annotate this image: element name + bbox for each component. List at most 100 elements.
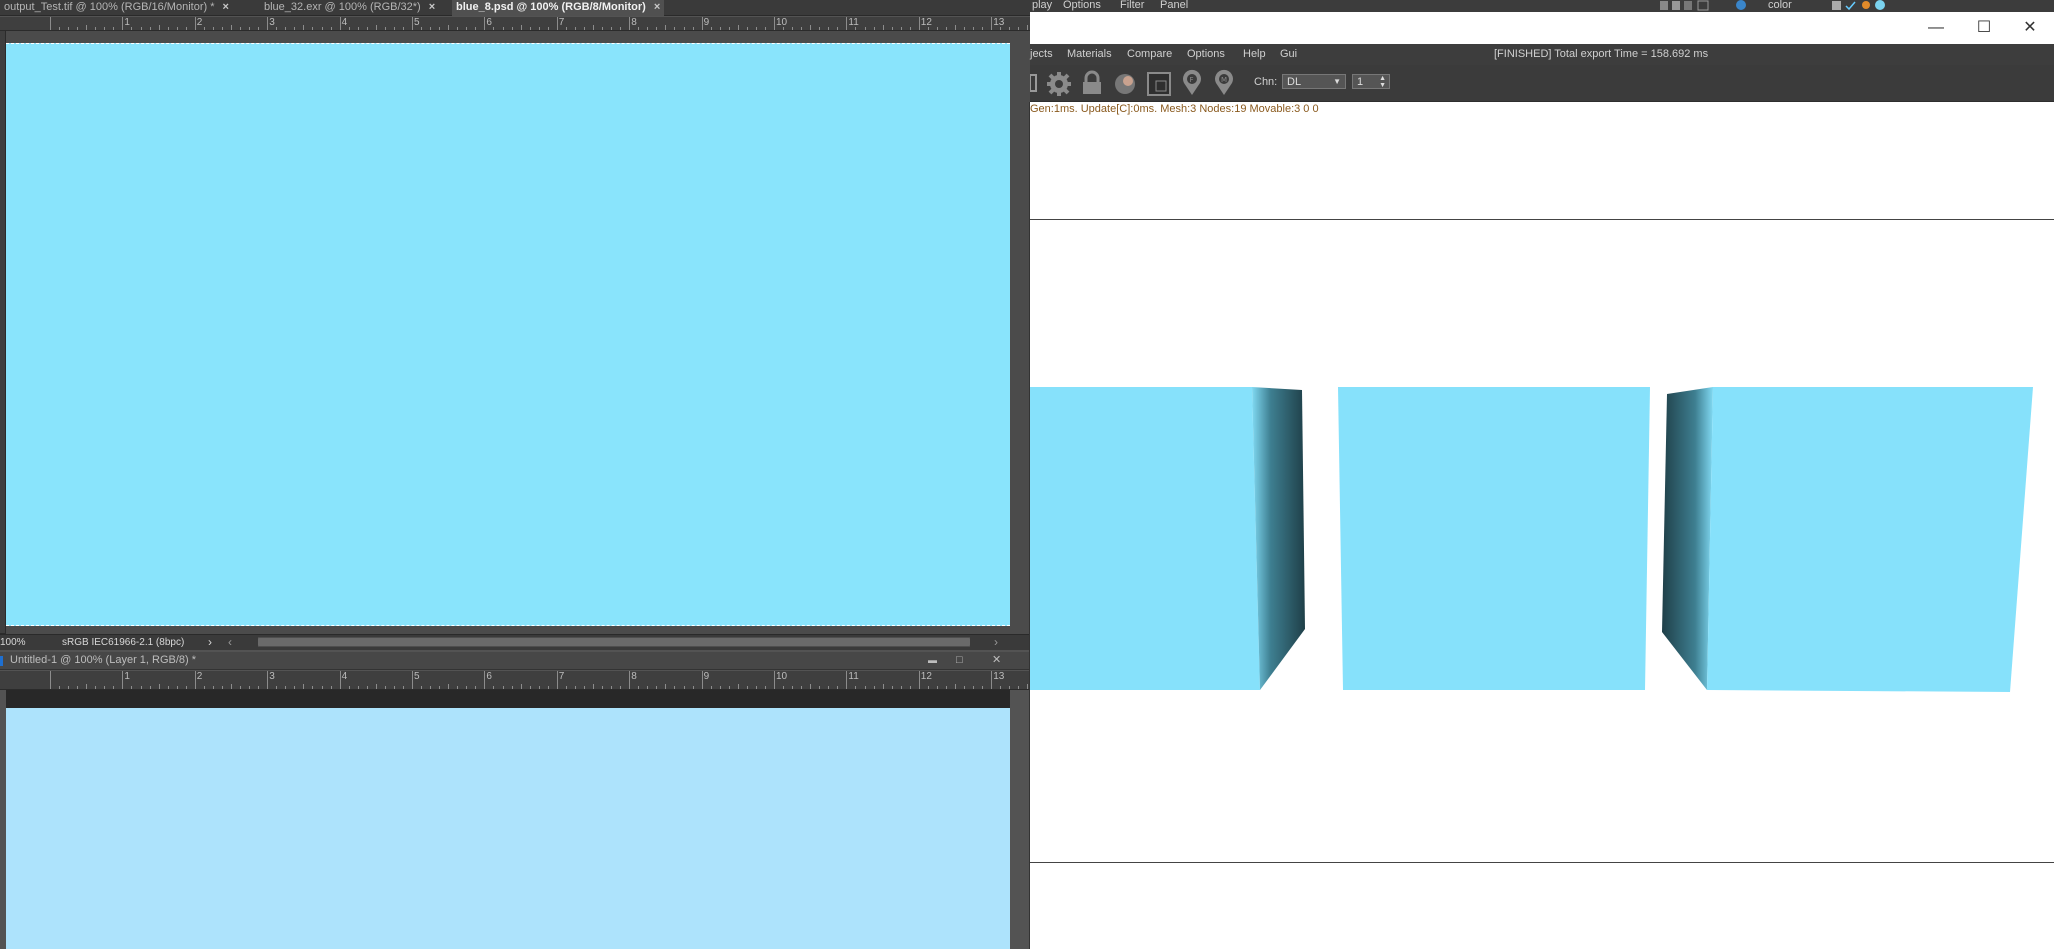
ruler-tick: [909, 27, 911, 30]
ruler-tick: [538, 27, 540, 30]
ruler-number: 11: [848, 17, 859, 28]
status-menu-arrow[interactable]: ›: [208, 635, 212, 650]
ruler-tick: [285, 686, 287, 689]
horizontal-ruler-doc2[interactable]: 1234567891011121314: [0, 671, 1030, 690]
ruler-tick: [285, 27, 287, 30]
frame-icon[interactable]: [1146, 71, 1172, 97]
zoom-level[interactable]: 100%: [0, 635, 26, 650]
ruler-tick: [602, 686, 604, 689]
ruler-tick: [936, 27, 938, 30]
ruler-tick: [1018, 686, 1020, 689]
menu-item-objects[interactable]: jects: [1030, 44, 1053, 65]
ruler-tick: [384, 686, 386, 689]
ruler-tick: [774, 17, 775, 30]
ruler-tick: [520, 25, 522, 30]
panel-color-label[interactable]: color: [1768, 0, 1792, 11]
menu-item-materials[interactable]: Materials: [1067, 44, 1112, 65]
lock-icon[interactable]: [1080, 70, 1104, 96]
ruler-tick: [927, 686, 929, 689]
ruler-tick: [837, 27, 839, 30]
ruler-tick: [511, 27, 513, 30]
minimize-icon[interactable]: ▬: [928, 652, 937, 669]
color-profile: sRGB IEC61966-2.1 (8bpc): [62, 637, 185, 648]
menu-item-filter[interactable]: Filter: [1120, 0, 1144, 11]
channel-number-stepper[interactable]: 1 ▲ ▼: [1352, 74, 1390, 89]
close-icon[interactable]: ×: [654, 1, 660, 13]
scroll-right-icon[interactable]: ›: [994, 635, 998, 650]
document-2-titlebar[interactable]: Untitled-1 @ 100% (Layer 1, RGB/8) * ▬ □…: [0, 652, 1030, 670]
ruler-tick: [574, 27, 576, 30]
canvas-untitled-1[interactable]: [6, 708, 1010, 949]
scroll-left-icon[interactable]: ‹: [228, 635, 232, 650]
ruler-tick: [683, 686, 685, 689]
ruler-tick: [212, 27, 214, 30]
ruler-tick: [991, 671, 993, 689]
menu-item-gui[interactable]: Gui: [1280, 44, 1297, 65]
toolbar-icons[interactable]: [1658, 0, 1718, 12]
ruler-tick: [321, 686, 323, 689]
ruler-tick: [1009, 686, 1011, 689]
menu-item-options[interactable]: Options: [1063, 0, 1101, 11]
ruler-tick: [402, 27, 404, 30]
ruler-tick: [484, 671, 486, 689]
ruler-tick: [231, 25, 232, 30]
ruler-tick: [240, 27, 242, 30]
menu-item-options[interactable]: Options: [1187, 44, 1225, 65]
ruler-tick: [267, 17, 269, 30]
ruler-tick: [973, 27, 975, 30]
tab-output-test[interactable]: output_Test.tif @ 100% (RGB/16/Monitor) …: [0, 0, 233, 16]
ruler-number: 3: [269, 17, 275, 28]
ruler-tick: [701, 671, 703, 689]
ruler-tick: [918, 17, 920, 30]
cube-right-side-face: [1662, 387, 1713, 690]
ruler-tick: [95, 27, 97, 30]
gear-icon[interactable]: [1046, 71, 1072, 97]
scrollbar-thumb[interactable]: [258, 638, 970, 646]
maximize-icon[interactable]: □: [956, 652, 963, 669]
location-pin-m-icon[interactable]: M: [1212, 69, 1236, 97]
ruler-tick: [611, 27, 613, 30]
ruler-tick: [737, 25, 739, 30]
maximize-icon[interactable]: ☐: [1964, 16, 2004, 40]
ruler-tick: [366, 686, 368, 689]
ruler-tick: [611, 686, 613, 689]
channel-select[interactable]: DL ▼: [1282, 74, 1346, 89]
partial-tool-icon[interactable]: [1030, 73, 1038, 93]
ruler-tick: [430, 27, 432, 30]
stepper-arrows-icon[interactable]: ▲ ▼: [1379, 75, 1386, 89]
menu-item-compare[interactable]: Compare: [1127, 44, 1172, 65]
ruler-tick: [140, 27, 142, 30]
color-swatch-icon[interactable]: [1736, 0, 1746, 10]
ruler-number: 12: [920, 17, 932, 28]
cube-center[interactable]: [1338, 387, 1650, 690]
material-sphere-icon[interactable]: [1112, 71, 1138, 97]
ruler-tick: [68, 27, 70, 30]
close-icon[interactable]: ×: [429, 1, 435, 13]
ruler-tick: [457, 27, 459, 30]
minimize-icon[interactable]: —: [1916, 16, 1956, 40]
location-pin-f-icon[interactable]: F: [1180, 69, 1204, 97]
close-icon[interactable]: ✕: [2010, 16, 2050, 40]
viewer-titlebar[interactable]: — ☐ ✕: [1030, 12, 2054, 44]
ruler-tick: [674, 686, 676, 689]
close-icon[interactable]: ×: [222, 1, 228, 13]
close-icon[interactable]: ✕: [992, 652, 1001, 669]
cube-left[interactable]: [1030, 387, 1305, 690]
ruler-tick: [348, 686, 350, 689]
tab-blue-8-psd[interactable]: blue_8.psd @ 100% (RGB/8/Monitor) ×: [452, 0, 665, 16]
ruler-tick: [710, 686, 712, 689]
ruler-tick: [493, 686, 495, 689]
menu-item-panel[interactable]: Panel: [1160, 0, 1188, 11]
canvas-blue-8[interactable]: [6, 43, 1010, 626]
menu-item-play[interactable]: play: [1032, 0, 1052, 11]
horizontal-ruler[interactable]: 1234567891011121314: [0, 17, 1030, 31]
cube-scene[interactable]: [1030, 102, 2054, 949]
ruler-tick: [647, 27, 649, 30]
ruler-tick: [900, 27, 902, 30]
ruler-tick: [620, 27, 622, 30]
tab-blue-32-exr[interactable]: blue_32.exr @ 100% (RGB/32*) ×: [260, 0, 439, 16]
panel-icons[interactable]: [1830, 0, 1920, 12]
ruler-tick: [964, 686, 966, 689]
menu-item-help[interactable]: Help: [1243, 44, 1266, 65]
cube-right[interactable]: [1662, 387, 2033, 692]
